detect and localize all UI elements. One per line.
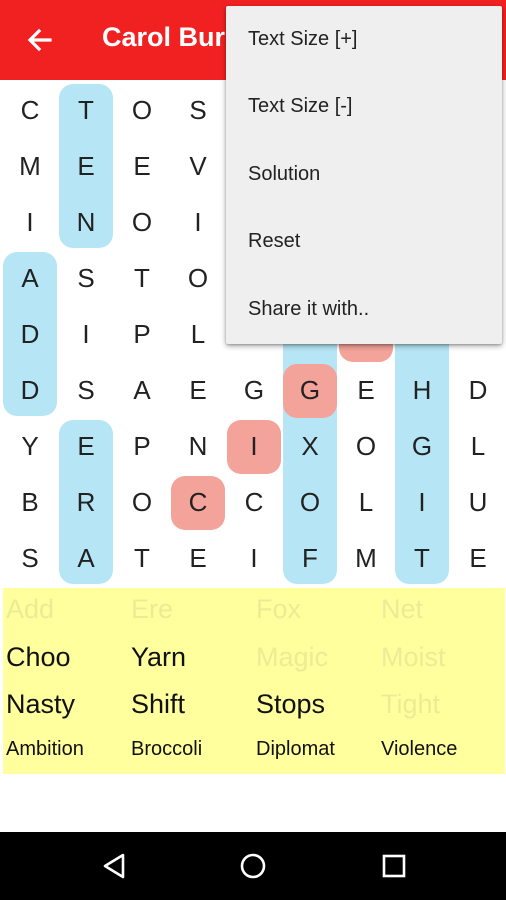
menu-item-share[interactable]: Share it with.. bbox=[226, 276, 502, 343]
grid-cell[interactable]: L bbox=[450, 418, 506, 474]
grid-cell[interactable]: P bbox=[114, 418, 170, 474]
system-nav-bar bbox=[0, 832, 506, 900]
grid-cell[interactable]: L bbox=[338, 474, 394, 530]
word-found: Net bbox=[381, 594, 424, 624]
nav-back-button[interactable] bbox=[94, 846, 134, 886]
nav-recents-button[interactable] bbox=[374, 846, 414, 886]
grid-cell[interactable]: S bbox=[58, 362, 114, 418]
grid-cell[interactable]: N bbox=[170, 418, 226, 474]
grid-cell[interactable]: N bbox=[58, 194, 114, 250]
grid-cell[interactable]: V bbox=[170, 138, 226, 194]
grid-cell[interactable]: Y bbox=[2, 418, 58, 474]
back-button[interactable] bbox=[18, 18, 62, 62]
grid-cell[interactable]: O bbox=[114, 474, 170, 530]
grid-cell[interactable]: L bbox=[170, 306, 226, 362]
square-recents-icon bbox=[382, 854, 406, 878]
grid-cell[interactable]: E bbox=[338, 362, 394, 418]
grid-cell[interactable]: H bbox=[394, 362, 450, 418]
menu-item-text-size-decrease[interactable]: Text Size [-] bbox=[226, 73, 502, 140]
overflow-menu: Text Size [+] Text Size [-] Solution Res… bbox=[226, 6, 502, 344]
grid-cell[interactable]: I bbox=[58, 306, 114, 362]
grid-cell[interactable]: X bbox=[282, 418, 338, 474]
grid-cell[interactable]: S bbox=[170, 82, 226, 138]
grid-cell[interactable]: S bbox=[2, 530, 58, 586]
circle-home-icon bbox=[240, 853, 266, 879]
grid-cell[interactable]: U bbox=[450, 474, 506, 530]
grid-cell[interactable]: A bbox=[58, 530, 114, 586]
grid-cell[interactable]: E bbox=[170, 530, 226, 586]
grid-cell[interactable]: D bbox=[2, 362, 58, 418]
grid-cell[interactable]: G bbox=[282, 362, 338, 418]
grid-cell[interactable]: A bbox=[2, 250, 58, 306]
grid-cell[interactable]: I bbox=[2, 194, 58, 250]
menu-item-reset[interactable]: Reset bbox=[226, 208, 502, 275]
grid-cell[interactable]: T bbox=[114, 250, 170, 306]
menu-item-solution[interactable]: Solution bbox=[226, 141, 502, 208]
grid-cell[interactable]: R bbox=[58, 474, 114, 530]
word-item: Choo bbox=[6, 642, 71, 672]
word-found: Add bbox=[6, 594, 55, 624]
grid-cell[interactable]: M bbox=[2, 138, 58, 194]
word-item: Yarn bbox=[131, 642, 187, 672]
word-item: Shift bbox=[131, 689, 186, 719]
word-found: Magic bbox=[256, 642, 329, 672]
word-item: Ambition bbox=[6, 738, 84, 760]
menu-item-text-size-increase[interactable]: Text Size [+] bbox=[226, 6, 502, 73]
grid-cell[interactable]: S bbox=[58, 250, 114, 306]
triangle-back-icon bbox=[103, 853, 125, 879]
word-found: Ere bbox=[131, 594, 174, 624]
word-found: Tight bbox=[381, 689, 441, 719]
grid-cell[interactable]: D bbox=[2, 306, 58, 362]
grid-cell[interactable]: F bbox=[282, 530, 338, 586]
grid-cell[interactable]: I bbox=[226, 418, 282, 474]
grid-cell[interactable]: G bbox=[394, 418, 450, 474]
grid-cell[interactable]: T bbox=[114, 530, 170, 586]
grid-cell[interactable]: O bbox=[282, 474, 338, 530]
grid-cell[interactable]: G bbox=[226, 362, 282, 418]
grid-cell[interactable]: I bbox=[394, 474, 450, 530]
grid-cell[interactable]: E bbox=[58, 138, 114, 194]
grid-cell[interactable]: E bbox=[58, 418, 114, 474]
word-item: Violence bbox=[381, 738, 458, 760]
word-item: Diplomat bbox=[256, 738, 335, 760]
word-found: Moist bbox=[381, 642, 446, 672]
grid-cell[interactable]: P bbox=[114, 306, 170, 362]
grid-cell[interactable]: D bbox=[450, 362, 506, 418]
grid-cell[interactable]: E bbox=[114, 138, 170, 194]
grid-cell[interactable]: T bbox=[58, 82, 114, 138]
grid-cell[interactable]: A bbox=[114, 362, 170, 418]
word-found: Fox bbox=[256, 594, 302, 624]
grid-cell[interactable]: O bbox=[114, 194, 170, 250]
grid-cell[interactable]: C bbox=[226, 474, 282, 530]
grid-cell[interactable]: O bbox=[170, 250, 226, 306]
nav-home-button[interactable] bbox=[233, 846, 273, 886]
grid-cell[interactable]: B bbox=[2, 474, 58, 530]
word-item: Broccoli bbox=[131, 738, 203, 760]
grid-cell[interactable]: I bbox=[226, 530, 282, 586]
grid-cell[interactable]: O bbox=[114, 82, 170, 138]
word-list: Add Ere Fox Net Choo Yarn Magic Moist Na… bbox=[3, 588, 505, 774]
grid-cell[interactable]: E bbox=[170, 362, 226, 418]
grid-cell[interactable]: C bbox=[2, 82, 58, 138]
grid-cell[interactable]: C bbox=[170, 474, 226, 530]
word-item: Nasty bbox=[6, 689, 76, 719]
grid-cell[interactable]: T bbox=[394, 530, 450, 586]
word-item: Stops bbox=[256, 689, 326, 719]
grid-cell[interactable]: I bbox=[170, 194, 226, 250]
arrow-back-icon bbox=[27, 28, 52, 52]
grid-cell[interactable]: E bbox=[450, 530, 506, 586]
grid-cell[interactable]: O bbox=[338, 418, 394, 474]
grid-cell[interactable]: M bbox=[338, 530, 394, 586]
